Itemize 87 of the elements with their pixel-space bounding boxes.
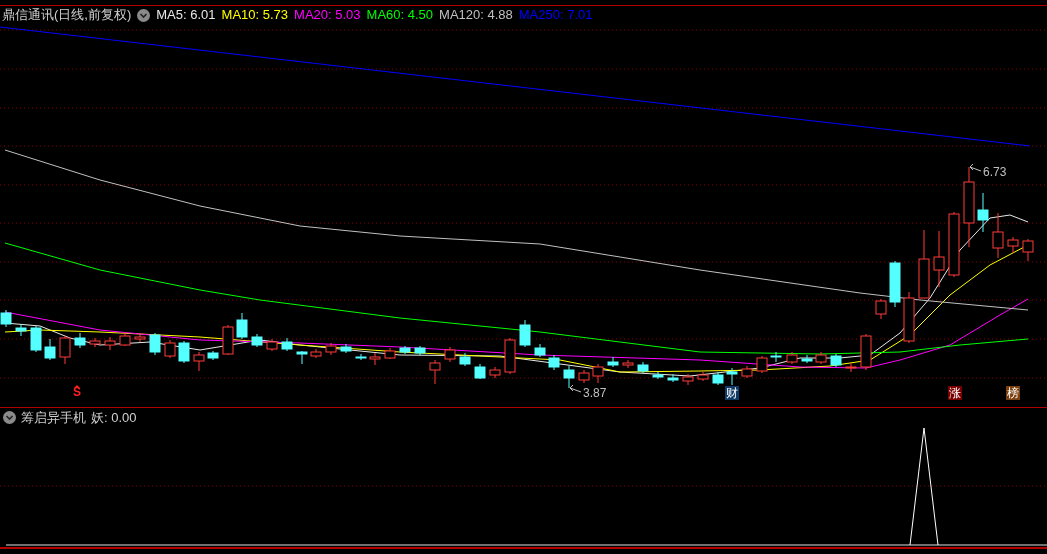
candlestick <box>59 335 71 365</box>
candlestick <box>578 369 590 384</box>
candlestick <box>592 363 604 384</box>
candlestick <box>164 339 176 359</box>
candlestick <box>652 371 664 380</box>
moving-average-legend: MA250: 7.01 <box>518 5 593 25</box>
candlestick <box>414 345 426 356</box>
candlestick <box>399 345 411 355</box>
candlestick <box>281 337 293 352</box>
candlestick <box>889 260 901 308</box>
candlestick <box>89 337 101 348</box>
candlestick <box>875 298 887 320</box>
moving-average-legend: MA20: 5.03 <box>294 5 361 25</box>
candlestick <box>801 354 813 364</box>
candlestick <box>860 333 872 371</box>
indicator-reading: 妖: 0.00 <box>91 408 137 427</box>
candlestick <box>134 332 146 343</box>
candlestick <box>712 371 724 386</box>
candlestick <box>222 324 234 356</box>
candlestick <box>74 332 86 349</box>
price-label: 3.87 <box>583 386 607 400</box>
candlestick <box>296 350 308 365</box>
candlestick <box>149 332 161 356</box>
candlestick <box>933 230 945 288</box>
indicator-name: 筹启异手机 <box>21 408 86 427</box>
candlestick <box>726 367 738 386</box>
candlestick <box>355 353 367 361</box>
candlestick <box>251 333 263 348</box>
candlestick <box>325 342 337 356</box>
moving-average-legend: MA10: 5.73 <box>221 5 289 25</box>
candlestick <box>697 371 709 382</box>
chart-title: 鼎信通讯(日线,前复权) <box>2 6 132 25</box>
event-marker[interactable]: 财 <box>725 386 739 400</box>
leader-line <box>969 163 982 172</box>
candlestick <box>266 338 278 352</box>
candlestick <box>786 351 798 365</box>
candlestick <box>845 362 857 373</box>
candlestick <box>459 352 471 367</box>
candlestick <box>15 323 27 337</box>
candlestick <box>369 352 381 366</box>
candlestick <box>756 355 768 374</box>
candlestick <box>682 373 694 386</box>
candlestick <box>104 336 116 351</box>
candlestick <box>310 348 322 359</box>
moving-average-legend: MA5: 6.01 <box>156 5 216 25</box>
moving-average-legend: MA60: 4.50 <box>366 5 434 25</box>
candlestick <box>0 309 12 328</box>
candlestick <box>519 319 531 348</box>
candlestick <box>504 337 516 375</box>
candlestick <box>667 373 679 383</box>
candlestick <box>741 365 753 379</box>
candlestick <box>948 211 960 278</box>
candlestick <box>193 351 205 372</box>
candlestick <box>1007 236 1019 254</box>
candlestick <box>1022 238 1034 262</box>
candlestick <box>830 353 842 368</box>
candlestick <box>340 343 352 354</box>
dropdown-icon[interactable] <box>137 8 151 22</box>
candlestick <box>429 359 441 385</box>
candlestick <box>918 229 930 299</box>
event-marker[interactable]: 榜 <box>1006 386 1020 400</box>
candlestick <box>770 351 782 363</box>
dropdown-icon[interactable] <box>3 411 16 424</box>
candlestick <box>977 192 989 233</box>
candlestick <box>607 356 619 368</box>
moving-average-legend: MA120: 4.88 <box>439 5 513 25</box>
candlestick <box>489 366 501 379</box>
candlestick <box>207 350 219 361</box>
candlestick <box>44 338 56 361</box>
candlestick <box>548 354 560 371</box>
candlestick <box>903 291 915 344</box>
candlestick <box>384 347 396 360</box>
candlestick <box>637 361 649 374</box>
event-marker[interactable]: 涨 <box>948 386 962 400</box>
leader-line <box>569 384 582 393</box>
candlestick <box>534 343 546 358</box>
candlestick <box>563 365 575 389</box>
candlestick <box>236 312 248 340</box>
candlestick <box>119 331 131 347</box>
candlestick <box>178 340 190 364</box>
candlestick <box>30 325 42 353</box>
candlestick <box>444 346 456 363</box>
candlestick <box>815 351 827 365</box>
candlestick <box>622 359 634 369</box>
candlestick <box>992 212 1004 259</box>
candlestick <box>474 363 486 380</box>
price-label: 6.73 <box>983 165 1007 179</box>
